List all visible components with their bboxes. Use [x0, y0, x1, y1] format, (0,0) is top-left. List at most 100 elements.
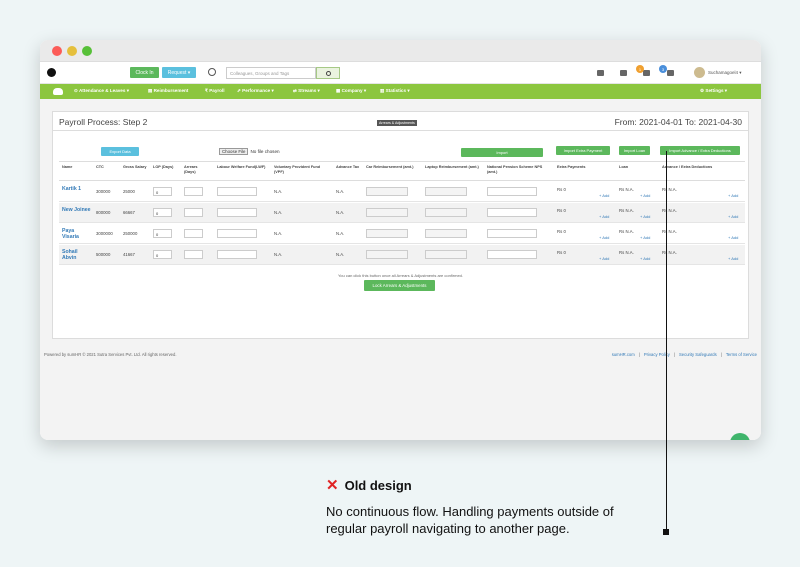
date-range: From: 2021-04-01 To: 2021-04-30 — [614, 117, 742, 127]
nav-reimbursement[interactable]: ▤ Reimbursement — [148, 88, 188, 94]
lwf-input[interactable] — [217, 229, 257, 238]
nav-settings[interactable]: ⚙ Settings ▾ — [700, 88, 727, 94]
col-laptop: Laptop Reimbursement (amt.) — [425, 165, 479, 169]
close-window-button[interactable] — [52, 46, 62, 56]
loan-value: Rs N.A. — [619, 208, 634, 213]
col-vpf: Voluntary Provident Fund (VPF) — [274, 165, 321, 174]
choose-file-button[interactable]: Choose File — [219, 148, 249, 155]
table-row: New Joinee 800000 66667 0 N.A. N.A. Rs 0 + Add R… — [59, 203, 745, 223]
vpf-value: N.A. — [274, 189, 283, 194]
lop-input[interactable]: 0 — [153, 187, 172, 196]
nps-input[interactable] — [487, 187, 537, 196]
megaphone-icon[interactable] — [620, 70, 627, 76]
gross-value: 66667 — [123, 210, 135, 215]
add-loan-link[interactable]: + Add — [640, 256, 650, 261]
employee-name-link[interactable]: Paya Visaria — [62, 228, 92, 240]
advance-value: Rs N.A. — [662, 208, 677, 213]
maximize-window-button[interactable] — [82, 46, 92, 56]
extra-payment-value: Rs 0 — [557, 187, 566, 192]
clock-in-button[interactable]: Clock In — [130, 67, 159, 78]
employee-name-link[interactable]: Sohail Abvin — [62, 249, 92, 261]
employee-name-link[interactable]: Kartik 1 — [62, 186, 92, 192]
clock-icon[interactable] — [208, 68, 216, 76]
nps-input[interactable] — [487, 229, 537, 238]
nav-company[interactable]: ▦ Company ▾ — [336, 88, 366, 94]
arrears-input[interactable] — [184, 208, 203, 217]
add-loan-link[interactable]: + Add — [640, 235, 650, 240]
file-picker[interactable]: Choose File No file chosen — [219, 148, 280, 155]
loan-value: Rs N.A. — [619, 250, 634, 255]
export-data-button[interactable]: Export Data — [101, 147, 139, 156]
col-loan: Loan — [619, 165, 629, 169]
add-advance-link[interactable]: + Add — [728, 235, 738, 240]
import-advance-button[interactable]: Import Advance / Extra Deductions — [660, 146, 740, 155]
extra-payment-value: Rs 0 — [557, 229, 566, 234]
advance-tax-value: N.A. — [336, 252, 345, 257]
extra-payment-value: Rs 0 — [557, 208, 566, 213]
annotation-title: Old design — [344, 478, 412, 493]
annotation-heading: ✕ Old design — [326, 478, 412, 493]
table-row: Paya Visaria 3000000 250000 0 N.A. N.A. Rs 0 + … — [59, 224, 745, 244]
cloud-icon[interactable] — [53, 88, 63, 95]
footer-separator: | — [720, 352, 722, 357]
avatar[interactable] — [694, 67, 705, 78]
laptop-reimbursement-input[interactable] — [425, 187, 467, 196]
lock-arrears-button[interactable]: Lock Arrears & Adjustments — [364, 280, 435, 291]
nav-streams[interactable]: ⇄ Streams ▾ — [293, 88, 320, 94]
add-advance-link[interactable]: + Add — [728, 193, 738, 198]
app-logo[interactable] — [47, 68, 56, 77]
search-button[interactable] — [316, 67, 340, 79]
add-user-icon[interactable] — [597, 70, 604, 76]
bell-icon[interactable] — [643, 70, 650, 76]
laptop-reimbursement-input[interactable] — [425, 229, 467, 238]
add-loan-link[interactable]: + Add — [640, 214, 650, 219]
laptop-reimbursement-input[interactable] — [425, 208, 467, 217]
car-reimbursement-input[interactable] — [366, 229, 408, 238]
arrears-input[interactable] — [184, 250, 203, 259]
add-extra-payment-link[interactable]: + Add — [599, 214, 609, 219]
lop-input[interactable]: 0 — [153, 208, 172, 217]
chat-button[interactable] — [730, 433, 750, 440]
nps-input[interactable] — [487, 208, 537, 217]
lwf-input[interactable] — [217, 250, 257, 259]
car-reimbursement-input[interactable] — [366, 250, 408, 259]
car-reimbursement-input[interactable] — [366, 208, 408, 217]
laptop-reimbursement-input[interactable] — [425, 250, 467, 259]
mail-badge: 3 — [659, 65, 667, 73]
add-extra-payment-link[interactable]: + Add — [599, 256, 609, 261]
nav-payroll[interactable]: ₹ Payroll — [205, 88, 225, 94]
vpf-value: N.A. — [274, 252, 283, 257]
arrears-tab[interactable]: Arrears & Adjustments — [377, 120, 417, 126]
add-advance-link[interactable]: + Add — [728, 256, 738, 261]
minimize-window-button[interactable] — [67, 46, 77, 56]
car-reimbursement-input[interactable] — [366, 187, 408, 196]
vpf-value: N.A. — [274, 210, 283, 215]
lwf-input[interactable] — [217, 208, 257, 217]
import-button[interactable]: Import — [461, 148, 543, 157]
footer-link-terms[interactable]: Terms of Service — [726, 352, 757, 357]
employee-name-link[interactable]: New Joinee — [62, 207, 92, 213]
mail-icon[interactable] — [667, 70, 674, 76]
nps-input[interactable] — [487, 250, 537, 259]
search-input[interactable]: Colleagues, Groups and Tags — [226, 67, 316, 79]
user-menu[interactable]: Suchamagoel4 ▾ — [708, 70, 742, 76]
nav-performance[interactable]: ⇗ Performance ▾ — [237, 88, 274, 94]
lop-input[interactable]: 0 — [153, 250, 172, 259]
nav-attendance[interactable]: ⊙ Attendance & Leaves ▾ — [74, 88, 129, 94]
advance-tax-value: N.A. — [336, 189, 345, 194]
arrears-input[interactable] — [184, 187, 203, 196]
arrears-input[interactable] — [184, 229, 203, 238]
add-advance-link[interactable]: + Add — [728, 214, 738, 219]
gross-value: 25000 — [123, 189, 135, 194]
add-extra-payment-link[interactable]: + Add — [599, 193, 609, 198]
lop-input[interactable]: 0 — [153, 229, 172, 238]
add-extra-payment-link[interactable]: + Add — [599, 235, 609, 240]
lwf-input[interactable] — [217, 187, 257, 196]
import-loan-button[interactable]: Import Loan — [619, 146, 650, 155]
nav-statistics[interactable]: ▥ Statistics ▾ — [380, 88, 410, 94]
add-loan-link[interactable]: + Add — [640, 193, 650, 198]
import-extra-payment-button[interactable]: Import Extra Payment — [556, 146, 610, 155]
footer-link-sumhr[interactable]: sumHR.com — [612, 352, 635, 357]
request-dropdown-button[interactable]: Request ▾ — [162, 67, 196, 78]
footer-link-security[interactable]: Security Safeguards — [679, 352, 717, 357]
